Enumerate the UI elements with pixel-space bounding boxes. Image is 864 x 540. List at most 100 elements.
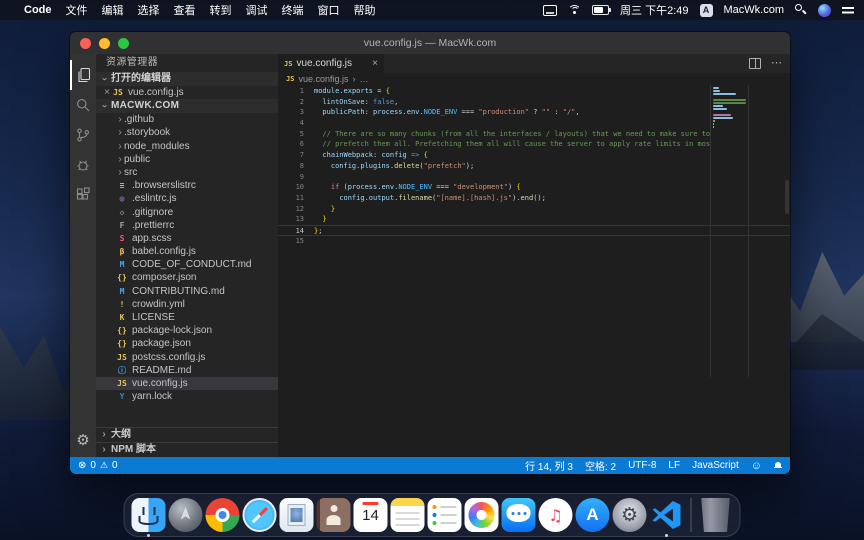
open-editor-item[interactable]: × JS vue.config.js bbox=[96, 86, 278, 99]
dock-icon-trash[interactable] bbox=[699, 498, 733, 532]
folder-item-node-modules[interactable]: ›node_modules bbox=[96, 140, 278, 153]
breadcrumb[interactable]: JS vue.config.js › … bbox=[278, 73, 790, 85]
sidebar-section-0[interactable]: ›大纲 bbox=[96, 427, 278, 442]
battery-icon[interactable] bbox=[592, 5, 609, 15]
menu-item-8[interactable]: 帮助 bbox=[354, 5, 376, 17]
folder-item--github[interactable]: ›.github bbox=[96, 113, 278, 126]
file-item-vue-config-js[interactable]: JSvue.config.js bbox=[96, 377, 278, 390]
dock-icon-calendar[interactable]: 14 bbox=[354, 498, 388, 532]
minimize-window-button[interactable] bbox=[99, 38, 110, 49]
code-editor[interactable]: 1module.exports = {2 lintOnSave: false,3… bbox=[278, 85, 790, 457]
folder-item--storybook[interactable]: ›.storybook bbox=[96, 126, 278, 139]
app-menu[interactable]: Code bbox=[24, 4, 52, 16]
close-window-button[interactable] bbox=[80, 38, 91, 49]
code-line-15[interactable]: 15 bbox=[278, 236, 790, 247]
activity-source-control-icon[interactable] bbox=[70, 120, 96, 150]
breadcrumb-more[interactable]: … bbox=[359, 74, 368, 84]
zoom-window-button[interactable] bbox=[118, 38, 129, 49]
file-item--prettierrc[interactable]: F.prettierrc bbox=[96, 219, 278, 232]
menu-item-3[interactable]: 查看 bbox=[174, 5, 196, 17]
file-item-composer-json[interactable]: {}composer.json bbox=[96, 271, 278, 284]
code-line-9[interactable]: 9 bbox=[278, 172, 790, 183]
file-item-crowdin-yml[interactable]: !crowdin.yml bbox=[96, 298, 278, 311]
code-line-6[interactable]: 6 // prefetch them all. Prefetching them… bbox=[278, 139, 790, 150]
file-item-babel-config-js[interactable]: βbabel.config.js bbox=[96, 245, 278, 258]
file-item-postcss-config-js[interactable]: JSpostcss.config.js bbox=[96, 351, 278, 364]
status-item-0[interactable]: 行 14, 列 3 bbox=[525, 458, 573, 473]
dock-icon-vscode[interactable] bbox=[650, 498, 684, 532]
menu-item-1[interactable]: 编辑 bbox=[102, 5, 124, 17]
file-item-CONTRIBUTING-md[interactable]: MCONTRIBUTING.md bbox=[96, 285, 278, 298]
file-item--eslintrc-js[interactable]: ◎.eslintrc.js bbox=[96, 192, 278, 205]
status-item-1[interactable]: 空格: 2 bbox=[585, 458, 616, 473]
spotlight-search-icon[interactable] bbox=[795, 4, 807, 16]
file-item--gitignore[interactable]: ◇.gitignore bbox=[96, 206, 278, 219]
dock-icon-reminders[interactable] bbox=[428, 498, 462, 532]
menu-item-7[interactable]: 窗口 bbox=[318, 5, 340, 17]
dock-icon-notes[interactable] bbox=[391, 498, 425, 532]
menu-item-6[interactable]: 终端 bbox=[282, 5, 304, 17]
dock-icon-messages[interactable] bbox=[502, 498, 536, 532]
file-item-app-scss[interactable]: Sapp.scss bbox=[96, 232, 278, 245]
dock-icon-settings[interactable] bbox=[613, 498, 647, 532]
project-section[interactable]: › MACWK.COM bbox=[96, 99, 278, 113]
code-line-11[interactable]: 11 config.output.filename("[name].[hash]… bbox=[278, 193, 790, 204]
close-tab-icon[interactable]: × bbox=[372, 58, 378, 69]
file-item-yarn-lock[interactable]: Yyarn.lock bbox=[96, 390, 278, 403]
notification-center-icon[interactable] bbox=[842, 5, 854, 15]
dock-icon-mail[interactable] bbox=[280, 498, 314, 532]
window-titlebar[interactable]: vue.config.js — MacWk.com bbox=[70, 32, 790, 54]
feedback-smiley-icon[interactable]: ☺ bbox=[751, 460, 762, 472]
status-item-2[interactable]: UTF-8 bbox=[628, 460, 656, 471]
input-method-icon[interactable]: A bbox=[700, 4, 713, 17]
menu-clock[interactable]: 周三 下午2:49 bbox=[620, 2, 688, 18]
dock-icon-chrome[interactable] bbox=[206, 498, 240, 532]
warnings-icon[interactable]: ⚠ bbox=[100, 460, 108, 471]
errors-count[interactable]: 0 bbox=[90, 460, 96, 471]
tab-vue-config[interactable]: JS vue.config.js × bbox=[278, 54, 384, 73]
menu-item-2[interactable]: 选择 bbox=[138, 5, 160, 17]
code-line-10[interactable]: 10 if (process.env.NODE_ENV === "develop… bbox=[278, 182, 790, 193]
minimap[interactable] bbox=[713, 87, 746, 132]
activity-extensions-icon[interactable] bbox=[70, 180, 96, 210]
menu-item-5[interactable]: 调试 bbox=[246, 5, 268, 17]
notifications-bell-icon[interactable] bbox=[774, 462, 782, 470]
editor-scrollbar[interactable] bbox=[785, 180, 789, 214]
menu-brand[interactable]: MacWk.com bbox=[724, 4, 785, 16]
manage-gear-icon[interactable]: ⚙ bbox=[70, 429, 96, 451]
menu-item-0[interactable]: 文件 bbox=[66, 5, 88, 17]
file-item--browserslistrc[interactable]: ≡.browserslistrc bbox=[96, 179, 278, 192]
open-editors-section[interactable]: › 打开的编辑器 bbox=[96, 72, 278, 86]
dock-icon-finder[interactable] bbox=[132, 498, 166, 532]
more-actions-icon[interactable]: ⋯ bbox=[771, 58, 782, 69]
dock-icon-launchpad[interactable] bbox=[169, 498, 203, 532]
code-line-14[interactable]: 14}; bbox=[278, 225, 790, 236]
status-item-3[interactable]: LF bbox=[668, 460, 680, 471]
activity-debug-icon[interactable] bbox=[70, 150, 96, 180]
siri-icon[interactable] bbox=[818, 4, 831, 17]
sidebar-section-1[interactable]: ›NPM 脚本 bbox=[96, 442, 278, 457]
code-line-12[interactable]: 12 } bbox=[278, 204, 790, 215]
split-editor-icon[interactable] bbox=[749, 58, 761, 69]
activity-explorer-icon[interactable] bbox=[70, 60, 96, 90]
folder-item-public[interactable]: ›public bbox=[96, 153, 278, 166]
close-icon[interactable]: × bbox=[102, 86, 112, 99]
dock-icon-music[interactable] bbox=[539, 498, 573, 532]
activity-search-icon[interactable] bbox=[70, 90, 96, 120]
code-line-7[interactable]: 7 chainWebpack: config => { bbox=[278, 150, 790, 161]
dock-icon-appstore[interactable] bbox=[576, 498, 610, 532]
file-item-LICENSE[interactable]: KLICENSE bbox=[96, 311, 278, 324]
file-item-package-json[interactable]: {}package.json bbox=[96, 337, 278, 350]
status-item-4[interactable]: JavaScript bbox=[692, 460, 739, 471]
code-line-13[interactable]: 13 } bbox=[278, 214, 790, 225]
menu-item-4[interactable]: 转到 bbox=[210, 5, 232, 17]
dock-icon-photos[interactable] bbox=[465, 498, 499, 532]
dock-icon-contacts[interactable] bbox=[317, 498, 351, 532]
dock-icon-safari[interactable] bbox=[243, 498, 277, 532]
wifi-icon[interactable] bbox=[568, 5, 581, 16]
display-icon[interactable] bbox=[543, 5, 557, 16]
breadcrumb-file[interactable]: vue.config.js bbox=[298, 74, 348, 84]
file-item-README-md[interactable]: ⓘREADME.md bbox=[96, 364, 278, 377]
warnings-count[interactable]: 0 bbox=[112, 460, 118, 471]
code-line-8[interactable]: 8 config.plugins.delete("prefetch"); bbox=[278, 161, 790, 172]
